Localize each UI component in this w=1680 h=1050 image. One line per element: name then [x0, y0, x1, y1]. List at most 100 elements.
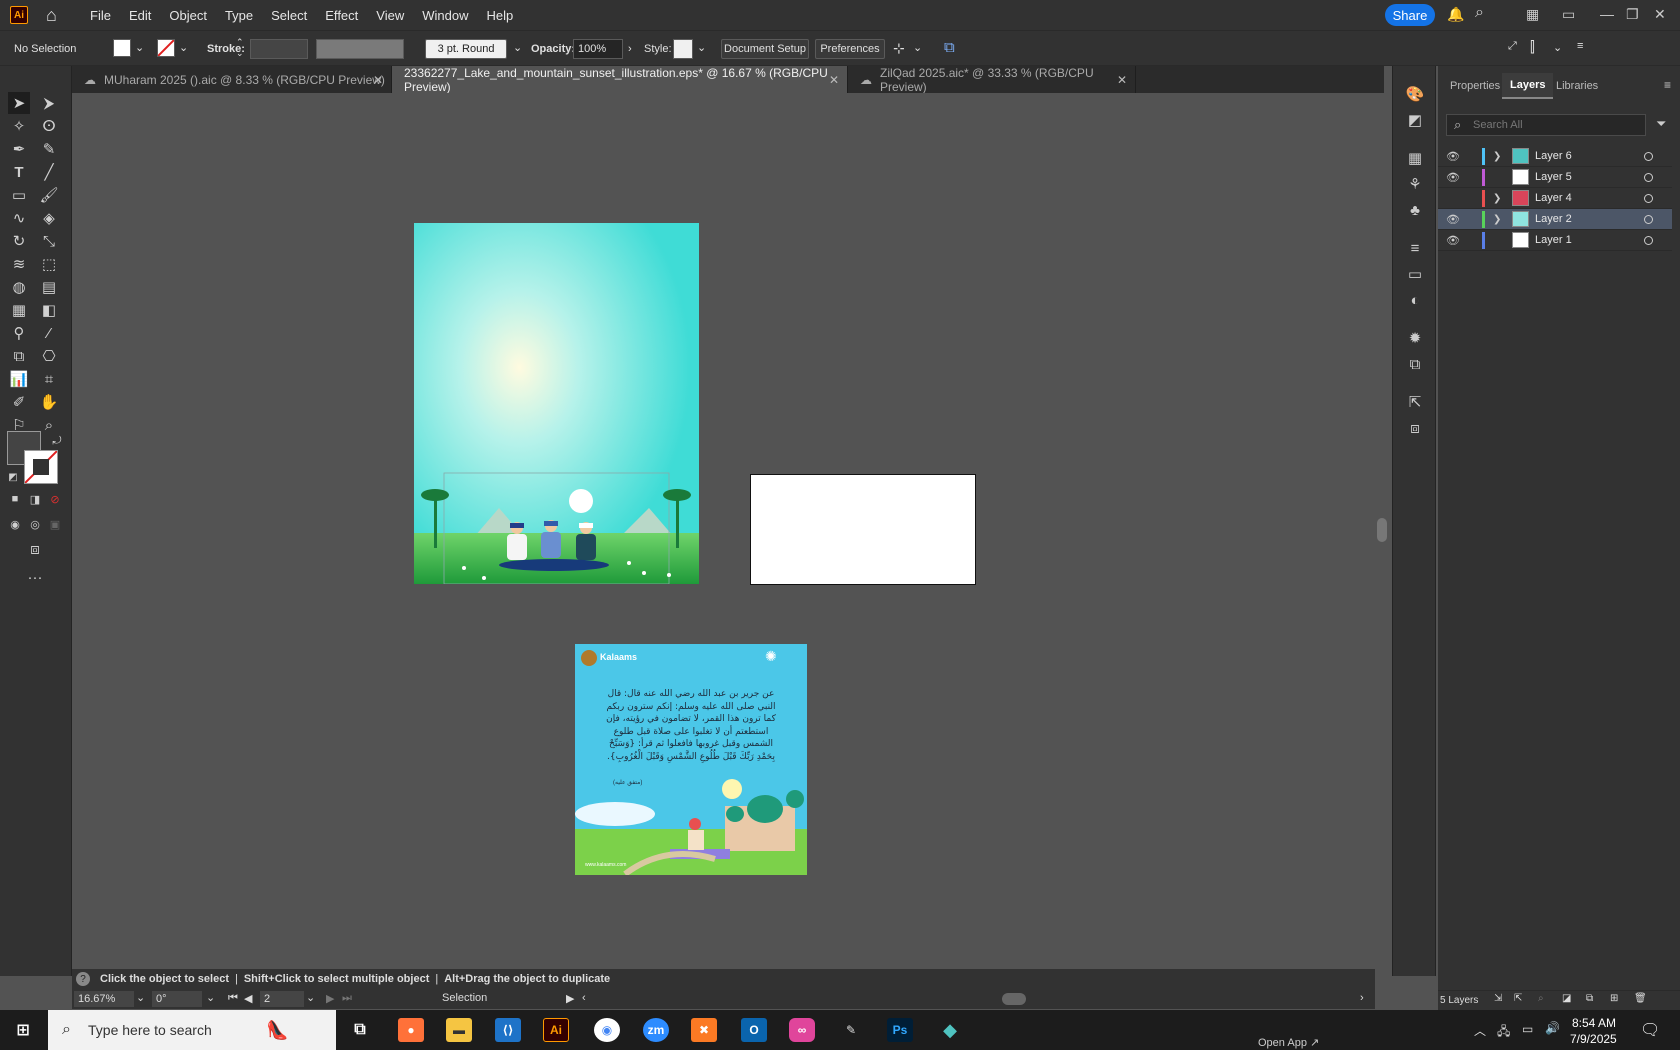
clipping-mask-icon[interactable]: ◪ — [1562, 993, 1571, 1004]
canvas[interactable]: Kalaams ✺ عن جرير بن عبد الله رضي الله ع… — [72, 93, 1375, 969]
share-button[interactable]: Share — [1385, 4, 1435, 26]
fill-swatch[interactable] — [113, 39, 131, 57]
display-icon[interactable]: ▭ — [1522, 1022, 1533, 1036]
close-tab-icon[interactable]: ✕ — [829, 73, 839, 87]
filter-icon[interactable]: ⏷ — [1656, 116, 1666, 132]
notifications-icon[interactable]: 🗨 — [1640, 1020, 1660, 1040]
zoom-field[interactable]: 16.67% — [74, 991, 134, 1007]
symbols-icon[interactable]: ♣ — [1405, 200, 1425, 220]
stroke-color-swatch[interactable] — [24, 450, 58, 484]
draw-behind-icon[interactable]: ◎ — [24, 513, 46, 535]
eye-icon[interactable]: 👁 — [1446, 213, 1460, 226]
tab-properties[interactable]: Properties — [1442, 73, 1508, 99]
rotate-tool-icon[interactable]: ↻ — [8, 230, 30, 252]
lasso-icon[interactable]: ⵙ — [38, 115, 60, 137]
next-artboard-icon[interactable]: ▶ — [326, 992, 334, 1005]
menu-window[interactable]: Window — [422, 8, 468, 23]
graph-tool-icon[interactable]: 📊 — [8, 368, 30, 390]
restore-icon[interactable]: ❐ — [1626, 6, 1639, 23]
layer-name[interactable]: Layer 1 — [1535, 234, 1572, 246]
new-layer-icon[interactable]: ⊞ — [1610, 993, 1618, 1004]
chevron-up-icon[interactable]: ︿ — [1474, 1022, 1486, 1039]
help-icon[interactable]: ? — [76, 972, 90, 986]
zoom-icon[interactable]: zm — [643, 1018, 669, 1042]
paintbrush-icon[interactable]: 🖌 — [38, 184, 60, 206]
menu-list-icon[interactable]: ≡ — [1577, 40, 1583, 52]
menu-view[interactable]: View — [376, 8, 404, 23]
close-tab-icon[interactable]: ✕ — [1117, 73, 1127, 87]
default-colors-icon[interactable]: ◩ — [2, 466, 24, 488]
layer-target-icon[interactable] — [1644, 151, 1653, 161]
chevron-right-icon[interactable]: ❯ — [1493, 214, 1501, 225]
scroll-left-icon[interactable]: ‹ — [582, 992, 586, 1004]
clock-time[interactable]: 8:54 AM — [1572, 1016, 1616, 1030]
outlook-icon[interactable]: O — [741, 1018, 767, 1042]
type-tool-icon[interactable]: T — [8, 161, 30, 183]
windows-start-icon[interactable]: ⊞ — [10, 1018, 36, 1042]
perspective-grid-icon[interactable]: ▤ — [38, 276, 60, 298]
eye-icon[interactable]: 👁 — [1446, 234, 1460, 247]
layer-row[interactable]: 👁 ❯ Layer 6 — [1438, 146, 1672, 167]
app-diamond-icon[interactable]: ◆ — [937, 1018, 963, 1042]
style-swatch[interactable] — [673, 39, 693, 59]
swatches-icon[interactable]: ▦ — [1405, 148, 1425, 168]
stepper-icon[interactable]: ⌃ ⌄ — [236, 37, 244, 59]
layer-row[interactable]: 👁 ❯ Layer 2 — [1438, 209, 1672, 230]
menu-edit[interactable]: Edit — [129, 8, 151, 23]
chevron-down-icon[interactable]: ⌄ — [135, 41, 144, 54]
close-tab-icon[interactable]: ✕ — [373, 73, 383, 87]
gradient-mode-icon[interactable]: ◨ — [24, 488, 46, 510]
layer-name[interactable]: Layer 6 — [1535, 150, 1572, 162]
panel-menu-icon[interactable]: ≡ — [1664, 78, 1671, 92]
color-guide-icon[interactable]: ◩ — [1405, 110, 1425, 130]
chevron-right-icon[interactable]: › — [628, 43, 632, 55]
gradient-panel-icon[interactable]: ▭ — [1405, 264, 1425, 284]
stroke-panel-icon[interactable]: ≡ — [1405, 238, 1425, 258]
gradient-tool-icon[interactable]: ◧ — [38, 299, 60, 321]
chevron-down-icon[interactable]: ⌄ — [306, 991, 315, 1004]
document-setup-button[interactable]: Document Setup — [721, 39, 809, 59]
photoshop-icon[interactable]: Ps — [887, 1018, 913, 1042]
layer-row[interactable]: ❯ Layer 4 — [1438, 188, 1672, 209]
layer-target-icon[interactable] — [1644, 193, 1653, 203]
menu-file[interactable]: File — [90, 8, 111, 23]
tab-libraries[interactable]: Libraries — [1548, 73, 1606, 99]
xampp-icon[interactable]: ✖ — [691, 1018, 717, 1042]
menu-effect[interactable]: Effect — [325, 8, 358, 23]
chevron-down-icon[interactable]: ⌄ — [913, 41, 922, 54]
menu-select[interactable]: Select — [271, 8, 307, 23]
artboard-number-field[interactable]: 2 — [260, 991, 304, 1007]
search-icon[interactable]: ⌕ — [1475, 4, 1484, 22]
brushes-icon[interactable]: ⚘ — [1405, 174, 1425, 194]
vertical-scrollbar[interactable] — [1375, 93, 1389, 977]
rectangle-tool-icon[interactable]: ▭ — [8, 184, 30, 206]
status-menu-icon[interactable]: ▶ — [566, 992, 574, 1005]
eyedropper-icon[interactable]: ⚲ — [8, 322, 30, 344]
layer-search-input[interactable]: Search All — [1446, 114, 1646, 136]
transparency-icon[interactable]: ◐ — [1405, 290, 1425, 310]
artboards-panel-icon[interactable]: ⧈ — [1405, 418, 1425, 438]
brush-definition[interactable]: 3 pt. Round — [425, 39, 507, 59]
layer-row[interactable]: 👁 Layer 1 — [1438, 230, 1672, 251]
eraser-icon[interactable]: ◈ — [38, 207, 60, 229]
arrange-documents-icon[interactable]: ⧉ — [944, 39, 955, 56]
collect-export-icon[interactable]: ⇲ — [1494, 993, 1502, 1004]
firefox-icon[interactable]: ● — [398, 1018, 424, 1042]
mesh-tool-icon[interactable]: ▦ — [8, 299, 30, 321]
slice-tool-icon[interactable]: ✐ — [8, 391, 30, 413]
tab-layers[interactable]: Layers — [1502, 73, 1554, 99]
variable-width-profile[interactable] — [316, 39, 404, 59]
chrome-icon[interactable]: ◉ — [594, 1018, 620, 1042]
free-transform-icon[interactable]: ⬚ — [38, 253, 60, 275]
clock-date[interactable]: 7/9/2025 — [1570, 1032, 1617, 1046]
chevron-down-icon[interactable]: ⌄ — [136, 991, 145, 1004]
arrange-icon[interactable]: ▭ — [1562, 6, 1575, 23]
volume-icon[interactable]: 🔊 — [1545, 1021, 1560, 1035]
layer-name[interactable]: Layer 2 — [1535, 213, 1572, 225]
task-view-icon[interactable]: ⧉ — [347, 1018, 373, 1042]
stroke-weight-input[interactable] — [250, 39, 308, 59]
creative-cloud-icon[interactable]: ∞ — [789, 1018, 815, 1042]
magic-wand-icon[interactable]: ✧ — [8, 115, 30, 137]
scroll-right-icon[interactable]: › — [1360, 992, 1364, 1004]
artboard-tool-icon[interactable]: ⌗ — [38, 368, 60, 390]
